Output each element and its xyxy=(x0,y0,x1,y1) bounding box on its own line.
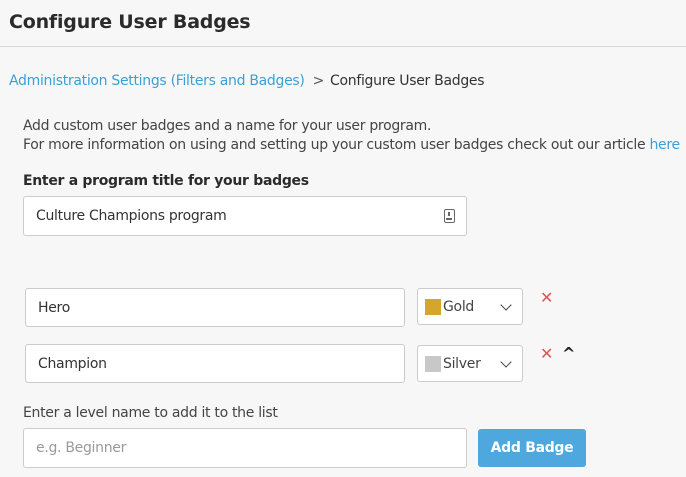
chevron-down-icon xyxy=(500,299,512,311)
color-swatch xyxy=(425,355,441,372)
badge-name-input[interactable]: Hero xyxy=(25,288,405,327)
remove-badge-icon[interactable]: ✕ xyxy=(540,346,553,362)
intro-line-2: For more information on using and settin… xyxy=(23,136,680,155)
level-name-field[interactable] xyxy=(23,428,467,468)
level-name-input[interactable] xyxy=(36,440,466,456)
badge-color-label: Silver xyxy=(443,355,481,372)
intro-line-2-text: For more information on using and settin… xyxy=(23,137,650,153)
intro-line-1: Add custom user badges and a name for yo… xyxy=(23,118,432,134)
breadcrumb-separator: > xyxy=(312,73,325,89)
breadcrumb-link-admin-settings[interactable]: Administration Settings (Filters and Bad… xyxy=(9,73,305,89)
badge-color-label: Gold xyxy=(443,298,474,315)
clipboard-icon xyxy=(444,209,455,223)
badge-name-value: Hero xyxy=(38,299,70,316)
add-badge-button[interactable]: Add Badge xyxy=(478,429,586,467)
program-title-input[interactable]: Culture Champions program xyxy=(23,196,467,236)
badge-color-select[interactable]: Gold xyxy=(417,288,523,325)
configure-badges-page: Configure User Badges Administration Set… xyxy=(0,0,686,477)
add-level-label: Enter a level name to add it to the list xyxy=(23,405,278,421)
badge-color-select[interactable]: Silver xyxy=(417,345,523,382)
page-title: Configure User Badges xyxy=(9,11,251,33)
move-up-icon[interactable]: ^ xyxy=(562,346,575,362)
breadcrumb: Administration Settings (Filters and Bad… xyxy=(9,73,485,89)
badge-name-input[interactable]: Champion xyxy=(25,344,405,383)
remove-badge-icon[interactable]: ✕ xyxy=(540,290,553,306)
page-header: Configure User Badges xyxy=(0,0,686,47)
badge-name-value: Champion xyxy=(38,355,107,372)
color-swatch xyxy=(425,298,441,315)
breadcrumb-current: Configure User Badges xyxy=(330,73,485,89)
program-title-value: Culture Champions program xyxy=(36,208,227,224)
article-link[interactable]: here xyxy=(649,137,680,153)
intro-text: Add custom user badges and a name for yo… xyxy=(23,117,680,155)
program-title-label: Enter a program title for your badges xyxy=(23,173,309,189)
chevron-down-icon xyxy=(500,356,512,368)
